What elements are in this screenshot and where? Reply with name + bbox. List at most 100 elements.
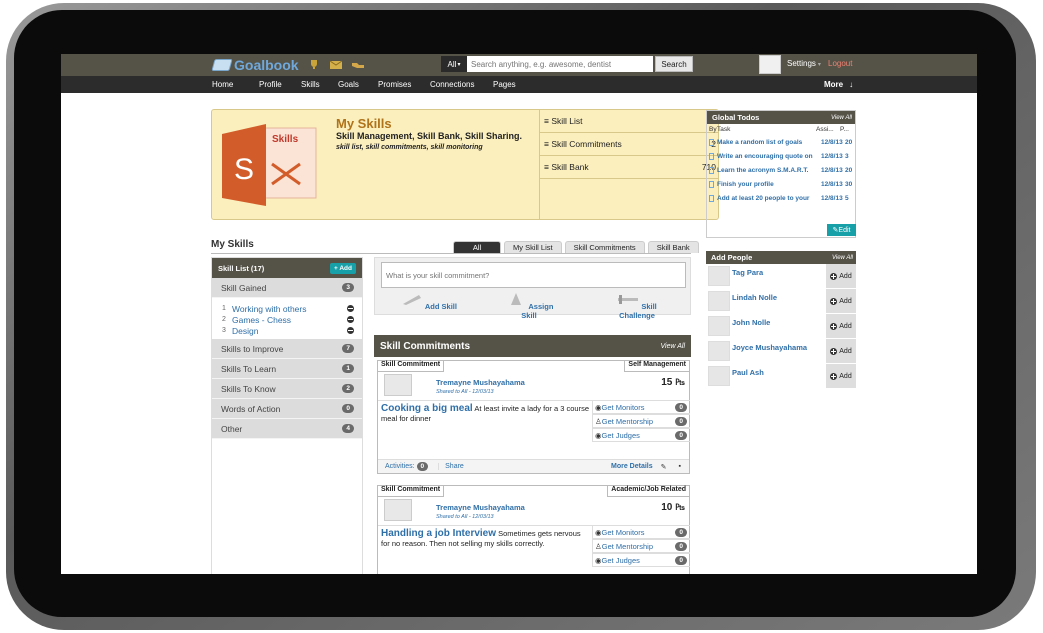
stat-skill-list[interactable]: ≡ Skill List17	[540, 110, 719, 133]
tab-all[interactable]: All	[453, 241, 501, 253]
add-person-button[interactable]: Add	[826, 264, 856, 288]
skill-commitments-header: Skill Commitments View All	[374, 335, 691, 357]
add-person-button[interactable]: Add	[826, 314, 856, 338]
skill-challenge-action[interactable]: Skill Challenge	[607, 292, 667, 320]
tab-skill-bank[interactable]: Skill Bank	[647, 241, 699, 253]
tab-my-skill-list[interactable]: My Skill List	[504, 241, 562, 253]
mail-icon[interactable]	[329, 59, 343, 70]
group-skills-to-know[interactable]: Skills To Know 2	[212, 379, 362, 399]
author-name[interactable]: Tremayne Mushayahama	[436, 503, 525, 512]
todo-date: 12/8/13	[821, 166, 843, 174]
nav-profile[interactable]: Profile	[259, 80, 282, 89]
todo-row[interactable]: Finish your profile 12/8/13 30	[707, 177, 855, 191]
skills-hero: S Skills My Skills Skill Management, Ski…	[211, 109, 719, 220]
person-name[interactable]: John Nolle	[732, 318, 826, 327]
item-number: 2	[222, 316, 226, 323]
item-link[interactable]: Games - Chess	[232, 315, 347, 325]
view-all-link[interactable]: View All	[831, 115, 852, 121]
avatar[interactable]	[708, 366, 730, 386]
search-scope-dropdown[interactable]: All ▾	[441, 56, 467, 72]
group-skills-to-learn[interactable]: Skills To Learn 1	[212, 359, 362, 379]
add-person-button[interactable]: Add	[826, 289, 856, 313]
group-label: Skill Gained	[221, 282, 267, 293]
trash-icon[interactable]: ▪	[679, 463, 681, 470]
group-skill-gained[interactable]: Skill Gained 3	[212, 278, 362, 298]
remove-icon[interactable]	[347, 305, 354, 312]
get-mentorship-link[interactable]: ♙Get Mentorship 0	[593, 414, 690, 428]
get-monitors-link[interactable]: ◉Get Monitors 0	[593, 400, 690, 414]
skill-challenge-icon	[618, 295, 639, 304]
item-link[interactable]: Design	[232, 326, 347, 336]
trophy-icon[interactable]	[307, 59, 321, 70]
avatar[interactable]	[708, 291, 730, 311]
get-mentorship-link[interactable]: ♙Get Mentorship 0	[593, 539, 690, 553]
checkbox-icon[interactable]	[709, 138, 714, 146]
add-person-button[interactable]: Add	[826, 339, 856, 363]
remove-icon[interactable]	[347, 327, 354, 334]
todo-row[interactable]: Learn the acronym S.M.A.R.T. 12/8/13 20	[707, 163, 855, 177]
nav-home[interactable]: Home	[212, 80, 233, 89]
settings-menu[interactable]: Settings ▾	[787, 59, 821, 68]
share-link[interactable]: Share	[438, 463, 464, 470]
todo-row[interactable]: Make a random list of goals 12/8/13 20	[707, 135, 855, 149]
person-name[interactable]: Joyce Mushayahama	[732, 343, 826, 352]
search-input[interactable]	[467, 56, 653, 72]
todo-row[interactable]: Add at least 20 people to your 12/8/13 5	[707, 191, 855, 205]
stat-skill-commitments[interactable]: ≡ Skill Commitments 2	[540, 133, 719, 156]
item-link[interactable]: Working with others	[232, 304, 347, 314]
view-all-link[interactable]: View All	[832, 255, 853, 261]
search-scope-label: All	[447, 59, 457, 69]
checkbox-icon[interactable]	[709, 152, 714, 160]
search-button[interactable]: Search	[655, 56, 693, 72]
get-judges-link[interactable]: ◉Get Judges 0	[593, 428, 690, 442]
tab-skill-commitments[interactable]: Skill Commitments	[564, 241, 645, 253]
nav-promises[interactable]: Promises	[378, 80, 411, 89]
handshake-icon[interactable]	[351, 59, 365, 70]
card-links: ◉Get Monitors 0 ♙Get Mentorship 0 ◉Get Jud…	[592, 400, 690, 442]
person-name[interactable]: Lindah Nolle	[732, 293, 826, 302]
plus-icon	[830, 347, 838, 355]
commitment-title[interactable]: Cooking a big meal	[381, 403, 473, 414]
edit-label: Edit	[838, 226, 851, 234]
nav-connections[interactable]: Connections	[430, 80, 474, 89]
more-details-link[interactable]: More Details	[611, 463, 653, 470]
avatar[interactable]	[384, 374, 412, 396]
user-avatar[interactable]	[759, 55, 781, 74]
person-name[interactable]: Paul Ash	[732, 368, 826, 377]
add-person-button[interactable]: Add	[826, 364, 856, 388]
commitment-title[interactable]: Handling a job Interview	[381, 528, 496, 539]
checkbox-icon[interactable]	[709, 194, 714, 202]
checkbox-icon[interactable]	[709, 180, 714, 188]
edit-todos-button[interactable]: ✎ Edit	[827, 224, 856, 236]
avatar[interactable]	[708, 341, 730, 361]
todo-row[interactable]: Write an encouraging quote on 12/8/13 3	[707, 149, 855, 163]
add-skill-button[interactable]: + Add	[329, 262, 356, 274]
logo[interactable]: Goalbook	[211, 56, 299, 74]
activities-link[interactable]: Activities: 0	[385, 462, 429, 471]
assign-skill-action[interactable]: Assign Skill	[499, 292, 559, 320]
nav-goals[interactable]: Goals	[338, 80, 359, 89]
avatar[interactable]	[384, 499, 412, 521]
remove-icon[interactable]	[347, 316, 354, 323]
group-skills-to-improve[interactable]: Skills to Improve 7	[212, 339, 362, 359]
stat-skill-bank[interactable]: ≡ Skill Bank 710	[540, 156, 719, 179]
logout-link[interactable]: Logout	[828, 59, 852, 68]
avatar[interactable]	[708, 316, 730, 336]
add-skill-action[interactable]: Add Skill	[399, 292, 459, 311]
group-other[interactable]: Other 4	[212, 419, 362, 439]
skills-tabs: All My Skill List Skill Commitments Skil…	[453, 241, 699, 253]
nav-more[interactable]: More ↓	[824, 80, 853, 89]
nav-pages[interactable]: Pages	[493, 80, 516, 89]
person-row: Joyce Mushayahama Add	[706, 339, 856, 364]
person-name[interactable]: Tag Para	[732, 268, 826, 277]
skill-commitment-input[interactable]	[381, 262, 686, 288]
view-all-link[interactable]: View All	[660, 343, 685, 350]
get-judges-link[interactable]: ◉Get Judges 0	[593, 553, 690, 567]
edit-icon[interactable]: ✎	[661, 463, 667, 471]
get-monitors-link[interactable]: ◉Get Monitors 0	[593, 525, 690, 539]
group-words-of-action[interactable]: Words of Action 0	[212, 399, 362, 419]
checkbox-icon[interactable]	[709, 166, 714, 174]
avatar[interactable]	[708, 266, 730, 286]
nav-skills[interactable]: Skills	[301, 80, 320, 89]
author-name[interactable]: Tremayne Mushayahama	[436, 378, 525, 387]
